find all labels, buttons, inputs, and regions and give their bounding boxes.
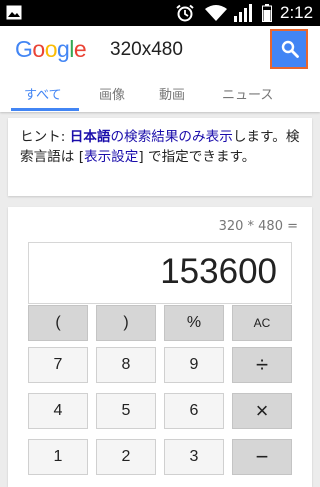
- key-7[interactable]: 7: [28, 347, 88, 383]
- logo-letter: o: [32, 36, 45, 62]
- japanese-link[interactable]: 日本語: [70, 129, 111, 145]
- alarm-icon: [176, 4, 194, 22]
- hint-prefix: ヒント:: [20, 129, 70, 145]
- key-8[interactable]: 8: [96, 347, 156, 383]
- hint-text: ヒント: 日本語の検索結果のみ表示します。検索言語は [表示設定] で指定できま…: [20, 127, 305, 167]
- key-1[interactable]: 1: [28, 439, 88, 475]
- search-header: Google 320x480 すべて 画像 動画 ニュース: [0, 26, 320, 112]
- tab-news[interactable]: ニュース: [222, 84, 273, 103]
- key-percent[interactable]: %: [164, 305, 224, 341]
- battery-icon: [262, 4, 272, 22]
- japanese-only-link[interactable]: の検索結果のみ表示: [110, 129, 232, 145]
- key-9[interactable]: 9: [164, 347, 224, 383]
- signal-icon: [234, 4, 252, 22]
- key-4[interactable]: 4: [28, 393, 88, 429]
- logo-letter: o: [44, 36, 58, 62]
- language-hint-card: ヒント: 日本語の検索結果のみ表示します。検索言語は [表示設定] で指定できま…: [8, 118, 312, 196]
- status-bar: 2:12: [0, 0, 320, 26]
- logo-letter: g: [56, 36, 70, 62]
- key-3[interactable]: 3: [164, 439, 224, 475]
- image-icon: [6, 5, 22, 20]
- calculator-card: 320 * 480 = 153600 ( ) % AC 7 8 9 ÷ 4 5 …: [8, 207, 312, 487]
- hint-suffix: ] で指定できます。: [138, 149, 256, 165]
- search-input[interactable]: 320x480: [110, 39, 183, 61]
- status-time: 2:12: [280, 3, 314, 22]
- key-6[interactable]: 6: [164, 393, 224, 429]
- key-close-paren[interactable]: ): [96, 305, 156, 341]
- display-settings-link[interactable]: 表示設定: [84, 149, 138, 165]
- logo-letter: e: [73, 36, 87, 62]
- key-5[interactable]: 5: [96, 393, 156, 429]
- calculator-result: 153600: [160, 252, 277, 291]
- calculator-display: 153600: [28, 242, 292, 304]
- key-all-clear[interactable]: AC: [232, 305, 292, 341]
- tab-images[interactable]: 画像: [99, 84, 125, 103]
- key-divide[interactable]: ÷: [232, 347, 292, 383]
- logo-letter: G: [15, 36, 33, 62]
- tab-all[interactable]: すべて: [24, 84, 62, 103]
- tab-bar: すべて 画像 動画 ニュース: [0, 84, 320, 112]
- key-subtract[interactable]: −: [232, 439, 292, 475]
- tab-videos[interactable]: 動画: [159, 84, 185, 103]
- key-2[interactable]: 2: [96, 439, 156, 475]
- key-open-paren[interactable]: (: [28, 305, 88, 341]
- search-icon: [281, 40, 299, 58]
- key-multiply[interactable]: ×: [232, 393, 292, 429]
- wifi-icon: [205, 5, 227, 21]
- google-logo[interactable]: Google: [15, 36, 87, 63]
- active-tab-indicator: [11, 108, 79, 111]
- calculator-expression: 320 * 480 =: [218, 219, 298, 234]
- search-button[interactable]: [270, 29, 308, 69]
